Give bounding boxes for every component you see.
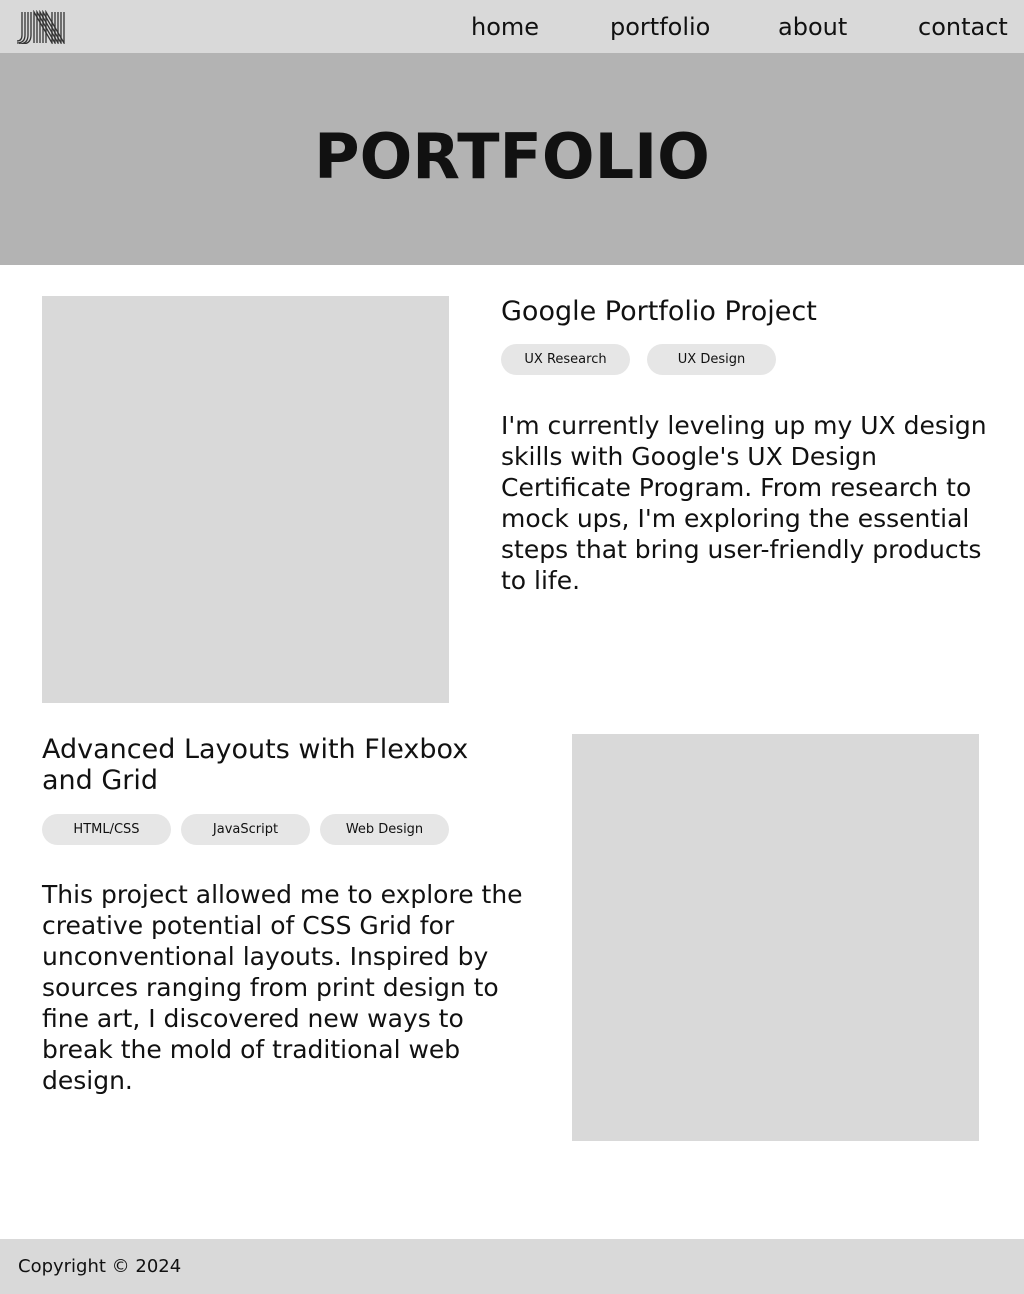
project-title: Google Portfolio Project: [501, 296, 817, 327]
project-description: I'm currently leveling up my UX design s…: [501, 411, 987, 595]
tag-ux-research[interactable]: UX Research: [501, 344, 630, 375]
hero-banner: PORTFOLIO: [0, 53, 1024, 265]
tag-html-css[interactable]: HTML/CSS: [42, 814, 171, 845]
jn-logo[interactable]: [16, 10, 68, 44]
nav-about-link[interactable]: about: [778, 12, 847, 42]
nav-portfolio-link[interactable]: portfolio: [610, 12, 710, 42]
nav-home-link[interactable]: home: [471, 12, 539, 42]
footer: Copyright © 2024: [0, 1239, 1024, 1294]
project-tags: UX Research UX Design: [501, 344, 776, 375]
project-title: Advanced Layouts with Flexbox and Grid: [42, 734, 469, 796]
copyright-text: Copyright © 2024: [18, 1256, 182, 1277]
project-image-placeholder: [572, 734, 979, 1141]
tag-ux-design[interactable]: UX Design: [647, 344, 776, 375]
top-nav: home portfolio about contact: [0, 0, 1024, 53]
portfolio-page: home portfolio about contact PORTFOLIO G…: [0, 0, 1024, 1294]
project-image-placeholder: [42, 296, 449, 703]
tag-web-design[interactable]: Web Design: [320, 814, 449, 845]
page-title: PORTFOLIO: [314, 120, 710, 193]
tag-javascript[interactable]: JavaScript: [181, 814, 310, 845]
project-description: This project allowed me to explore the c…: [42, 880, 523, 1095]
nav-contact-link[interactable]: contact: [918, 12, 1008, 42]
project-tags: HTML/CSS JavaScript Web Design: [42, 814, 449, 845]
